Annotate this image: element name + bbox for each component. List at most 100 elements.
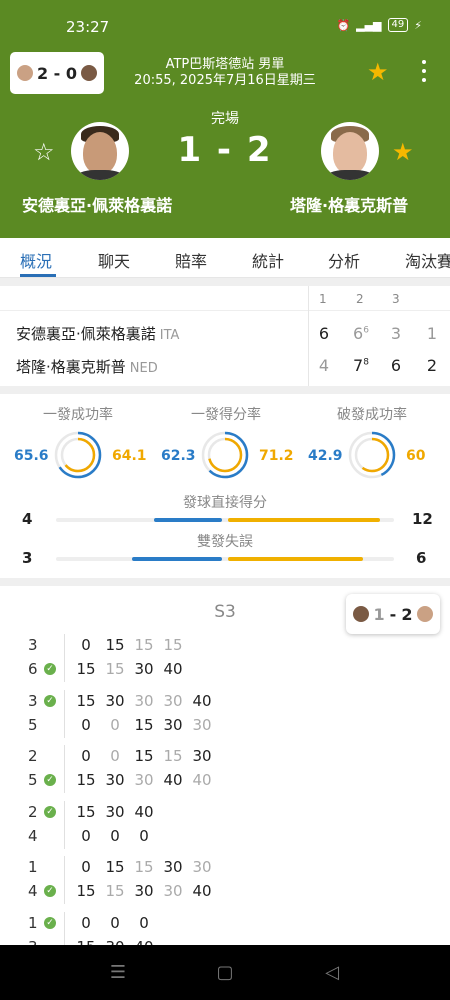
bar-p1-double-faults: 3 [22,549,33,567]
battery-icon: 49 [387,18,409,32]
serve-check-icon: ✓ [44,885,56,897]
serve-check-icon: ✓ [44,805,56,818]
point-player1: 40 [192,691,212,710]
point-player2: 0 [110,826,120,845]
point-player1: 40 [134,802,154,821]
game-score-player1: 1 [28,913,38,932]
battery-level: 49 [391,19,405,30]
alarm-icon: ⏰ [336,18,351,32]
game-score-player2: 5 [28,771,38,789]
tab-bar: 概況 聊天 賠率 統計 分析 淘汰賽 [0,238,450,278]
player2-set3: 6 [390,356,402,375]
serve-check-icon: ✓ [44,774,56,786]
point-player2: 0 [81,826,91,845]
game-score-player1: 3 [28,636,38,654]
point-player1: 30 [105,802,125,821]
stat-p1-first-serve: 65.6 [14,448,49,464]
tab-chat[interactable]: 聊天 [98,248,130,272]
stat-p2-break-points: 60 [406,448,426,464]
point-player1: 0 [110,913,120,932]
point-player2: 0 [139,826,149,845]
player2-mini-avatar [417,606,434,622]
stat-p1-first-serve-won: 62.3 [161,448,196,464]
tab-overview[interactable]: 概況 [20,248,52,272]
player1-set3: 3 [390,324,402,343]
set-header-3: 3 [392,292,400,306]
bar-player1 [154,518,222,522]
bar-player2 [228,557,364,561]
divider [0,578,450,586]
point-player2: 15 [74,938,98,946]
player1-set1: 6 [318,324,330,343]
point-player2: 30 [163,715,183,734]
game-score-player2: 6 [28,660,38,678]
back-icon[interactable]: ◁ [320,961,344,985]
player1-row-name: 安德裏亞·佩萊格裏諾 ITA [16,323,179,344]
player1-mini-avatar [16,65,33,81]
player1-name[interactable]: 安德裏亞·佩萊格裏諾 [22,192,172,216]
point-player1: 0 [81,636,91,654]
game-divider [64,634,65,682]
point-player1: 30 [105,691,125,710]
h2h-chip[interactable]: 2 - 0 [10,52,104,94]
player2-favorite-star-icon[interactable]: ★ [392,140,414,164]
set-score-p2: 2 [401,604,413,624]
point-player2: 40 [163,771,183,789]
point-player2: 0 [110,715,120,734]
point-player2: 15 [76,660,96,678]
player1-favorite-star-icon[interactable]: ☆ [33,140,55,164]
point-player1: 0 [81,747,91,765]
player2-avatar[interactable] [321,122,379,180]
player1-avatar[interactable] [71,122,129,180]
bar-p2-double-faults: 6 [416,549,427,567]
point-player2: 15 [105,660,125,678]
tab-stats[interactable]: 統計 [252,248,284,272]
recents-icon[interactable]: ☰ [106,961,130,985]
ring-chart-first-serve [54,431,102,479]
player2-points: 2 [426,356,438,375]
set-score-chip[interactable]: 1 - 2 [346,594,440,634]
favorite-match-star-icon[interactable]: ★ [367,60,389,84]
h2h-score: 2 - 0 [36,63,78,83]
divider [0,310,450,311]
player2-name[interactable]: 塔隆·格裏克斯普 [290,192,408,216]
set-header-1: 1 [319,292,327,306]
ring-chart-first-serve-won [201,431,249,479]
point-player1: 30 [163,858,183,876]
point-player1: 15 [134,858,154,876]
point-player1: 0 [81,858,91,876]
bar-label-aces: 發球直接得分 [183,495,267,511]
home-icon[interactable]: ▢ [213,961,237,985]
game-divider [64,745,65,793]
tab-analysis[interactable]: 分析 [328,248,360,272]
bar-track-double-faults [56,557,394,561]
game-divider [64,689,65,738]
point-player1: 15 [163,747,183,765]
key-stats: 一發成功率 一發得分率 破發成功率 65.6 64.1 62.3 71.2 42… [0,396,450,576]
player2-set2-tiebreak: 8 [363,357,369,368]
game-score-player2: 4 [28,826,38,845]
stat-label-first-serve: 一發成功率 [43,407,113,423]
player1-name: 安德裏亞·佩萊格裏諾 [16,325,156,343]
point-player2: 15 [76,882,96,900]
game-divider [64,911,65,945]
point-player2: 30 [103,938,127,946]
point-player2: 30 [105,771,125,789]
point-player2: 30 [134,771,154,789]
point-player2: 30 [134,660,154,678]
point-by-point: S3 1 - 2 3 6 ✓ 0 15 15 15 15 15 30 40 3 5 ✓ 15 30 30 30 40… [0,590,450,945]
game-score-player1: 2 [28,747,38,765]
point-player1: 15 [163,636,183,654]
player2-name: 塔隆·格裏克斯普 [16,358,126,376]
point-player1: 15 [76,802,96,821]
player1-country: ITA [159,328,180,343]
divider [308,286,309,386]
game-score-player1: 1 [28,858,38,876]
tournament-name[interactable]: ATP巴斯塔德站 男單 [110,56,340,73]
point-player1: 30 [192,747,212,765]
player2-row-name: 塔隆·格裏克斯普 NED [16,356,158,377]
screen: 23:27 ⏰ ▂▄▆ 49 ⚡ 2 - 0 ATP巴斯塔德站 男單 20:55… [0,0,450,1000]
tab-odds[interactable]: 賠率 [175,248,207,272]
more-menu-icon[interactable] [422,60,426,87]
tab-knockout[interactable]: 淘汰賽 [405,248,450,272]
